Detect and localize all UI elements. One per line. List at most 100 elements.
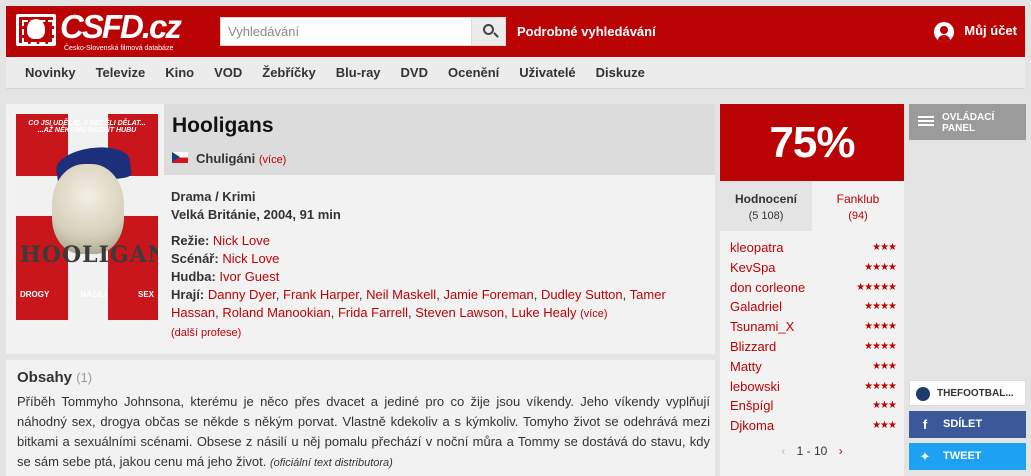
search-input[interactable]: [221, 18, 471, 45]
poster-tagline: CO JSI UDĚLAL V NEDĚLI DĚLAT... ...AŽ NĚ…: [28, 120, 146, 134]
share-button[interactable]: f SDÍLET: [909, 411, 1026, 438]
cast-link[interactable]: Neil Maskell: [366, 287, 436, 302]
main-nav: Novinky Televize Kino VOD Žebříčky Blu-r…: [6, 57, 1025, 89]
nav-item-kino[interactable]: Kino: [155, 57, 204, 89]
cast-link[interactable]: Dudley Sutton: [541, 287, 623, 302]
user-link[interactable]: don corleone: [730, 278, 805, 298]
nav-item-bluray[interactable]: Blu-ray: [326, 57, 391, 89]
facebook-icon: f: [922, 417, 928, 432]
user-link[interactable]: Djkoma: [730, 416, 774, 436]
fanpage-link[interactable]: THEFOOTBAL...: [909, 380, 1026, 406]
user-link[interactable]: Matty: [730, 357, 762, 377]
nav-item-oceneni[interactable]: Ocenění: [438, 57, 509, 89]
menu-icon: [918, 116, 934, 118]
skull-image: [52, 164, 124, 254]
star-rating: ★★★★: [864, 261, 897, 273]
plot-title: Obsahy (1): [17, 369, 93, 386]
poster-subtitles: DROGY NÁSILÍ SEX: [20, 290, 154, 299]
plot-count: (1): [76, 370, 93, 385]
star-rating: ★★★★: [864, 321, 897, 333]
next-page-icon[interactable]: ›: [839, 444, 843, 458]
nav-item-uzivatele[interactable]: Uživatelé: [509, 57, 585, 89]
site-logo[interactable]: CSFD.cz Česko-Slovenská filmová databáze: [16, 8, 184, 54]
film-poster[interactable]: CO JSI UDĚLAL V NEDĚLI DĚLAT... ...AŽ NĚ…: [16, 114, 158, 320]
film-info-box: CO JSI UDĚLAL V NEDĚLI DĚLAT... ...AŽ NĚ…: [6, 104, 715, 354]
user-rating-row: don corleone ★★★★★: [730, 278, 897, 298]
cast-link[interactable]: Luke Healy: [511, 305, 576, 320]
czech-flag-icon: [172, 152, 188, 163]
nav-item-vod[interactable]: VOD: [204, 57, 252, 89]
tab-fanclub[interactable]: Fanklub (94): [812, 181, 904, 231]
user-icon[interactable]: [934, 22, 954, 42]
star-rating: ★★★: [872, 360, 897, 372]
alt-title: Chuligáni (více): [196, 151, 287, 166]
ratings-pager: ‹ 1 - 10 ›: [720, 444, 904, 458]
prev-page-icon[interactable]: ‹: [781, 444, 785, 458]
plot-source: (oficiální text distributora): [269, 457, 393, 469]
user-ratings-list: kleopatra ★★★ KevSpa ★★★★ don corleone ★★★★★ G…: [730, 238, 897, 436]
search-box: [220, 17, 506, 46]
user-rating-row: kleopatra ★★★: [730, 238, 897, 258]
cast-link[interactable]: Frank Harper: [283, 287, 359, 302]
user-rating-row: Enšpígl ★★★: [730, 396, 897, 416]
nav-item-zebricky[interactable]: Žebříčky: [252, 57, 325, 89]
nav-item-novinky[interactable]: Novinky: [15, 57, 86, 89]
star-rating: ★★★: [872, 400, 897, 412]
my-account-link[interactable]: Můj účet: [964, 23, 1017, 38]
star-rating: ★★★★: [864, 340, 897, 352]
plot-text: Příběh Tommyho Johnsona, kterému je něco…: [17, 394, 710, 469]
nav-item-televize[interactable]: Televize: [86, 57, 156, 89]
director-link[interactable]: Nick Love: [213, 233, 270, 248]
user-rating-row: lebowski ★★★★: [730, 377, 897, 397]
search-button[interactable]: [471, 18, 505, 45]
user-rating-row: KevSpa ★★★★: [730, 258, 897, 278]
user-link[interactable]: Tsunami_X: [730, 317, 794, 337]
plot-box: Obsahy (1) Příběh Tommyho Johnsona, kter…: [6, 360, 715, 476]
film-credits: Režie: Nick Love Scénář: Nick Love Hudba…: [171, 232, 691, 342]
alt-title-more-link[interactable]: (více): [259, 154, 287, 166]
user-link[interactable]: Enšpígl: [730, 396, 773, 416]
music-link[interactable]: Ivor Guest: [219, 269, 279, 284]
writer-link[interactable]: Nick Love: [222, 251, 279, 266]
tab-ratings[interactable]: Hodnocení (5 108): [720, 181, 812, 231]
film-title: Hooligans: [172, 114, 274, 137]
user-rating-row: Matty ★★★: [730, 357, 897, 377]
nav-item-dvd[interactable]: DVD: [391, 57, 438, 89]
rating-box: 75% Hodnocení (5 108) Fanklub (94) kleop…: [720, 104, 904, 476]
film-origin: Velká Británie, 2004, 91 min: [171, 207, 341, 222]
fanpage-avatar-icon: [916, 387, 930, 401]
film-genre: Drama / Krimi: [171, 189, 256, 204]
poster-title: HOOLIGANS: [20, 242, 158, 268]
user-rating-row: Blizzard ★★★★: [730, 337, 897, 357]
advanced-search-link[interactable]: Podrobné vyhledávání: [517, 24, 656, 39]
logo-tagline: Česko-Slovenská filmová databáze: [64, 45, 174, 52]
music-row: Hudba: Ivor Guest: [171, 269, 280, 284]
cast-link[interactable]: Jamie Foreman: [443, 287, 533, 302]
rating-percent: 75%: [720, 104, 904, 181]
pager-range: 1 - 10: [796, 444, 828, 458]
cast-link[interactable]: Danny Dyer: [208, 287, 276, 302]
star-rating: ★★★: [872, 242, 897, 253]
user-link[interactable]: Galadriel: [730, 297, 782, 317]
cast-link[interactable]: Steven Lawson: [415, 305, 504, 320]
user-link[interactable]: lebowski: [730, 377, 780, 397]
cast-link[interactable]: Roland Manookian: [222, 305, 330, 320]
star-rating: ★★★★: [864, 301, 897, 313]
more-crew-link[interactable]: (další profese): [171, 327, 241, 339]
control-panel-button[interactable]: OVLÁDACÍ PANEL: [909, 104, 1026, 140]
star-rating: ★★★★: [864, 380, 897, 392]
director-row: Režie: Nick Love: [171, 233, 270, 248]
user-rating-row: Djkoma ★★★: [730, 416, 897, 436]
star-rating: ★★★: [872, 420, 897, 432]
user-link[interactable]: KevSpa: [730, 258, 776, 278]
nav-item-diskuze[interactable]: Diskuze: [586, 57, 655, 89]
user-link[interactable]: Blizzard: [730, 337, 776, 357]
tweet-button[interactable]: ✦ TWEET: [909, 443, 1026, 470]
cast-more-link[interactable]: (více): [580, 308, 608, 320]
cast-link[interactable]: Frida Farrell: [338, 305, 408, 320]
user-link[interactable]: kleopatra: [730, 238, 783, 258]
film-meta: Drama / Krimi Velká Británie, 2004, 91 m…: [171, 188, 711, 224]
logo-text: CSFD.cz: [60, 8, 182, 45]
cast-row: Hrají: Danny Dyer, Frank Harper, Neil Ma…: [171, 287, 666, 320]
star-rating: ★★★★★: [856, 281, 897, 293]
